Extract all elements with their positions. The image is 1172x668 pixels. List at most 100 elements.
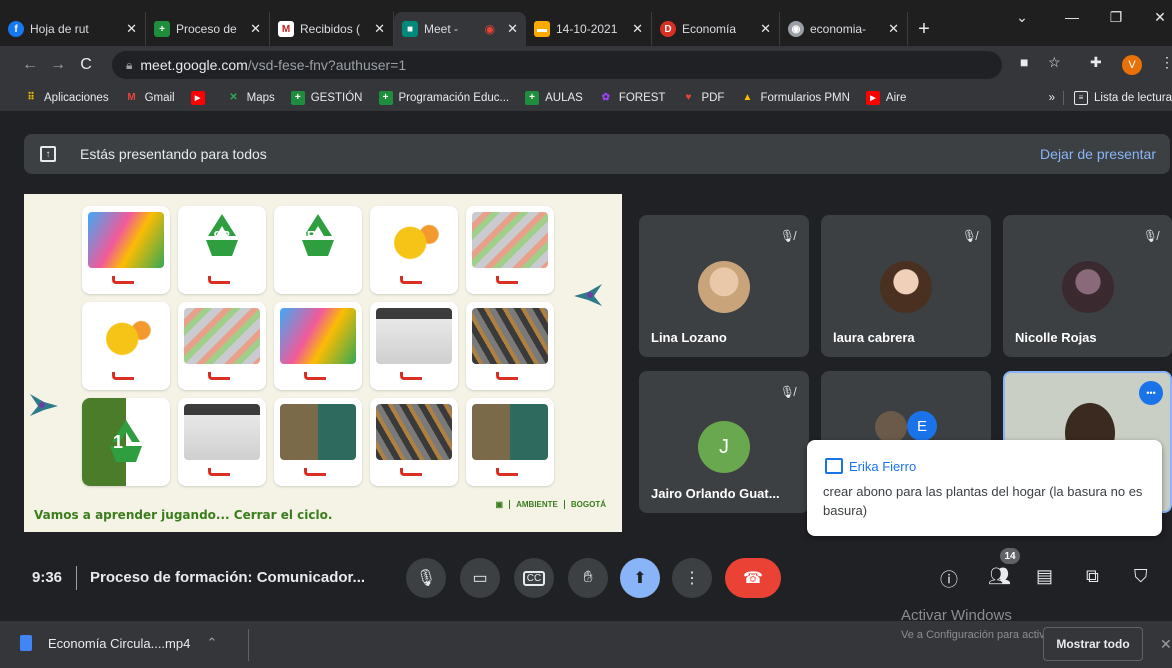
- microphone-icon: 🎙︎: [415, 570, 437, 587]
- avatar: [698, 261, 750, 313]
- activities-icon[interactable]: ⧉: [1086, 566, 1099, 587]
- camera-icon[interactable]: ■: [1020, 54, 1028, 70]
- classroom-icon: +: [290, 90, 305, 105]
- close-icon[interactable]: ✕: [888, 21, 899, 37]
- more-options-button[interactable]: ⋮: [672, 558, 712, 598]
- extensions-icon[interactable]: ✚: [1090, 54, 1102, 71]
- tab-recibidos[interactable]: M Recibidos ( ✕: [270, 12, 394, 46]
- bookmark-label: Maps: [246, 91, 275, 104]
- tab-search-icon[interactable]: ⌄: [1000, 0, 1044, 34]
- bookmarks-bar: ⠿ Aplicaciones M Gmail ▶ ✕ Maps + GESTIÓN + P…: [0, 84, 1172, 112]
- end-call-button[interactable]: ☎︎: [725, 558, 781, 598]
- lock-icon[interactable]: 🔒︎: [126, 58, 132, 73]
- captions-icon: CC: [522, 570, 546, 586]
- bookmark-star-icon[interactable]: ☆: [1048, 54, 1061, 71]
- chevron-up-icon[interactable]: ⌃: [206, 635, 217, 651]
- download-item[interactable]: Economía Circula....mp4 ⌃: [20, 635, 217, 651]
- new-tab-button[interactable]: +: [908, 12, 940, 46]
- bookmark-label: AULAS: [545, 91, 583, 104]
- stop-presenting-button[interactable]: Dejar de presentar: [1040, 146, 1156, 162]
- card-banana-peel: [82, 302, 170, 390]
- tab-economia[interactable]: D Economía ✕: [652, 12, 780, 46]
- mic-button[interactable]: 🎙︎: [406, 558, 446, 598]
- bookmark-maps[interactable]: ✕ Maps: [227, 91, 275, 105]
- forward-icon[interactable]: →: [44, 56, 72, 74]
- bookmark-gestion[interactable]: + GESTIÓN: [290, 90, 363, 105]
- url-input[interactable]: 🔒︎ meet.google.com /vsd-fese-fnv?authuse…: [112, 51, 1002, 79]
- bookmark-aulas[interactable]: + AULAS: [525, 90, 583, 105]
- participant-tile-lina[interactable]: 🎙︎̸ Lina Lozano: [639, 215, 809, 357]
- logo-bogota: BOGOTÁ: [563, 500, 612, 509]
- reload-icon[interactable]: C: [72, 56, 100, 74]
- url-host: meet.google.com: [140, 57, 248, 73]
- bookmark-programacion[interactable]: + Programación Educ...: [378, 90, 509, 105]
- close-icon[interactable]: ✕: [507, 21, 518, 37]
- camera-button[interactable]: ▭: [460, 558, 500, 598]
- bookmark-label: Aplicaciones: [44, 91, 109, 104]
- youtube-icon: ▶: [865, 90, 880, 105]
- menu-icon[interactable]: ⋮: [1160, 54, 1172, 71]
- bookmark-aplicaciones[interactable]: ⠿ Aplicaciones: [24, 91, 109, 105]
- bookmark-forest[interactable]: ✿ FOREST: [599, 91, 666, 105]
- reading-list[interactable]: ≡ Lista de lectura: [1063, 90, 1172, 105]
- close-icon[interactable]: ✕: [632, 21, 643, 37]
- participant-tile-jairo[interactable]: 🎙︎̸ J Jairo Orlando Guat...: [639, 371, 809, 513]
- close-icon[interactable]: ✕: [250, 21, 261, 37]
- tab-title: Hoja de rut: [30, 22, 89, 36]
- close-icon[interactable]: ✕: [1160, 636, 1172, 653]
- captions-button[interactable]: CC: [514, 558, 554, 598]
- bookmark-aire[interactable]: ▶ Aire: [865, 90, 906, 105]
- people-icon[interactable]: 👥︎: [988, 566, 1011, 587]
- meeting-controls: 9:36 Proceso de formación: Comunicador..…: [0, 548, 1172, 608]
- download-filename: Economía Circula....mp4: [48, 635, 191, 651]
- close-icon[interactable]: ✕: [126, 21, 137, 37]
- phone-hangup-icon: ☎︎: [743, 570, 763, 587]
- participant-tile-laura[interactable]: 🎙︎̸ laura cabrera: [821, 215, 991, 357]
- tab-meet[interactable]: ■ Meet - ◉ ✕: [394, 12, 526, 46]
- present-button[interactable]: ⬆: [620, 558, 660, 598]
- bookmark-label: PDF: [701, 91, 725, 104]
- tab-title: Proceso de: [176, 22, 237, 36]
- host-controls-icon[interactable]: ⛉: [1134, 566, 1148, 587]
- youtube-icon: ▶: [190, 90, 205, 105]
- drive-icon: ▲: [742, 92, 753, 103]
- raise-hand-button[interactable]: ✋︎: [568, 558, 608, 598]
- chat-notification[interactable]: Erika Fierro crear abono para las planta…: [807, 440, 1162, 536]
- restore-icon[interactable]: ❐: [1094, 0, 1138, 34]
- slide-caption: Vamos a aprender jugando... Cerrar el ci…: [34, 508, 333, 522]
- avatar-letter: E: [907, 411, 937, 441]
- participant-tile-nicolle[interactable]: 🎙︎̸ Nicolle Rojas: [1003, 215, 1172, 357]
- url-path: /vsd-fese-fnv?authuser=1: [247, 57, 407, 73]
- city-seal-icon: ▣: [495, 500, 504, 509]
- card-styrofoam: [178, 398, 266, 486]
- maps-icon: ✕: [229, 92, 238, 103]
- card-compost: [274, 398, 362, 486]
- present-screen-icon: ⬆: [633, 570, 647, 587]
- minimize-icon[interactable]: —: [1050, 0, 1094, 34]
- more-options-icon[interactable]: •••: [1139, 381, 1163, 405]
- tab-economia-web[interactable]: ◉ economia- ✕: [780, 12, 908, 46]
- bookmark-gmail[interactable]: M Gmail: [125, 91, 174, 105]
- close-icon[interactable]: ✕: [760, 21, 771, 37]
- bookmark-youtube[interactable]: ▶: [190, 90, 211, 105]
- close-icon[interactable]: ✕: [374, 21, 385, 37]
- bookmark-pdf[interactable]: ♥ PDF: [681, 91, 724, 105]
- bookmark-label: FOREST: [618, 91, 666, 104]
- more-bookmarks[interactable]: »: [1049, 92, 1055, 104]
- chat-icon[interactable]: ▤: [1036, 566, 1053, 587]
- tab-proceso[interactable]: + Proceso de ✕: [146, 12, 270, 46]
- more-bookmarks-label: »: [1048, 91, 1055, 104]
- close-window-icon[interactable]: ✕: [1138, 0, 1172, 34]
- gmail-icon: M: [278, 21, 294, 37]
- profile-avatar[interactable]: V: [1122, 55, 1142, 75]
- info-icon[interactable]: ⓘ: [940, 566, 958, 592]
- tab-14-10-2021[interactable]: ▬ 14-10-2021 ✕: [526, 12, 652, 46]
- download-bar: Economía Circula....mp4 ⌃: [0, 620, 1172, 668]
- tab-hoja-de-ruta[interactable]: f Hoja de rut ✕: [0, 12, 146, 46]
- back-icon[interactable]: ←: [16, 56, 44, 74]
- pdf-icon: ♥: [685, 92, 692, 103]
- divider: [248, 629, 249, 661]
- card-recycle: 9R: [274, 206, 362, 294]
- bookmark-formularios[interactable]: ▲ Formularios PMN: [740, 91, 850, 105]
- show-all-downloads-button[interactable]: Mostrar todo: [1043, 627, 1143, 661]
